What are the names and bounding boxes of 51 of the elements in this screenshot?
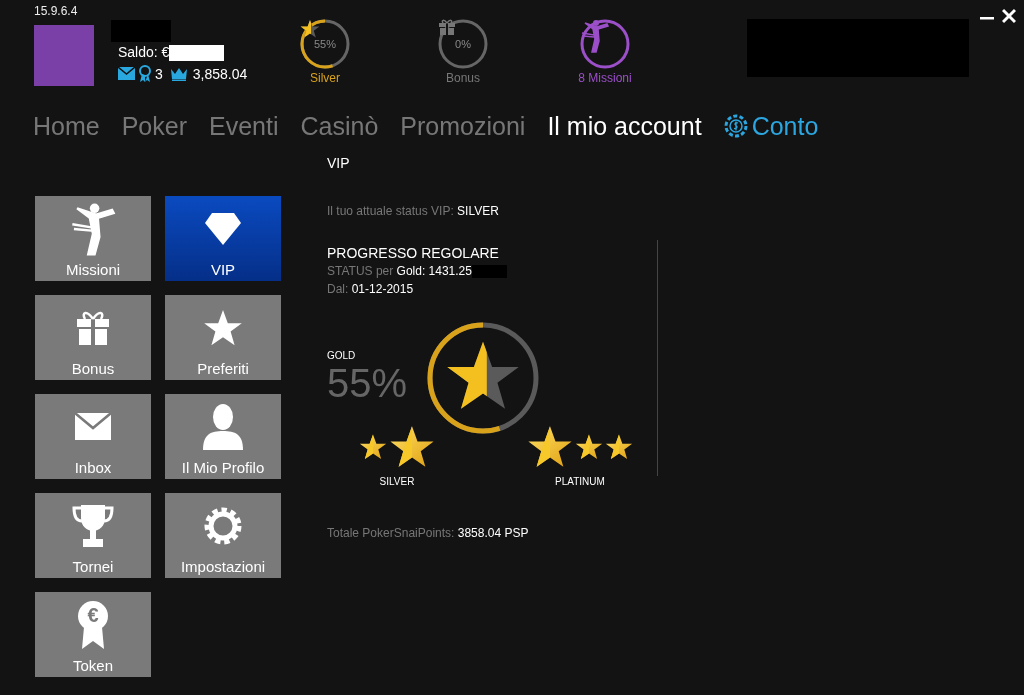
menu-tile[interactable]: Il Mio Profilo xyxy=(165,394,281,479)
nav-tab[interactable]: Eventi xyxy=(209,107,279,145)
tier-label: PLATINUM xyxy=(555,476,605,487)
crown-icon[interactable] xyxy=(170,66,187,81)
since-text: Dal: 01-12-2015 xyxy=(327,282,415,296)
menu-tile[interactable]: Inbox xyxy=(35,394,151,479)
gift-icon xyxy=(438,19,456,35)
redacted-block xyxy=(169,45,225,62)
person-icon xyxy=(203,403,243,450)
diamond-icon xyxy=(204,211,242,246)
tier-label: SILVER xyxy=(379,476,415,487)
status-label[interactable]: Bonus xyxy=(446,71,480,85)
nav-tab[interactable]: Home xyxy=(33,107,100,145)
cashier-link[interactable]: Conto xyxy=(723,107,819,145)
menu-tile[interactable]: Tornei xyxy=(35,493,151,578)
total-points-text: Totale PokerSnaiPoints: 3858.04 PSP xyxy=(327,526,530,540)
mail-icon[interactable] xyxy=(118,67,135,81)
ribbon-icon[interactable] xyxy=(139,65,151,83)
status-label[interactable]: Silver xyxy=(310,71,340,85)
close-icon[interactable] xyxy=(1002,8,1016,24)
mail-icon xyxy=(75,413,111,440)
target-text: STATUS per Gold: 1431.25 xyxy=(327,264,472,278)
menu-tile[interactable]: VIP xyxy=(165,196,281,281)
gift-icon xyxy=(76,309,110,346)
nav-tab[interactable]: Promozioni xyxy=(400,107,526,145)
status-text: Il tuo attuale status VIP: SILVER xyxy=(327,204,500,218)
menu-tile[interactable]: € Token xyxy=(35,592,151,677)
nav-tab[interactable]: Poker xyxy=(121,107,187,145)
menu-tile[interactable]: Impostazioni xyxy=(165,493,281,578)
section-title: VIP xyxy=(327,155,351,171)
avatar-placeholder xyxy=(34,25,94,86)
trophy-icon xyxy=(72,503,114,548)
progress-title: PROGRESSO REGOLARE xyxy=(327,245,500,261)
menu-tile[interactable]: Preferiti xyxy=(165,295,281,380)
nav-tab[interactable]: Il mio account xyxy=(547,107,702,145)
percent-value: 0% xyxy=(455,38,471,50)
menu-tile[interactable]: Missioni xyxy=(35,196,151,281)
points-value: 3,858.04 xyxy=(192,65,248,82)
balance-label: Saldo: € xyxy=(118,44,170,60)
status-label[interactable]: 8 Missioni xyxy=(578,71,632,85)
nav-tab[interactable]: Casinò xyxy=(300,107,379,145)
chip-icon xyxy=(723,114,748,138)
percent-value: 55% xyxy=(327,361,408,406)
next-level-label: GOLD xyxy=(327,350,357,361)
star-icon xyxy=(300,19,320,39)
menu-tile[interactable]: Bonus xyxy=(35,295,151,380)
version-label: 15.9.6.4 xyxy=(34,4,78,18)
runner-icon xyxy=(69,201,117,256)
badges-count: 3 xyxy=(155,65,163,82)
percent-value: 55% xyxy=(314,38,336,50)
runner-icon xyxy=(580,19,610,53)
